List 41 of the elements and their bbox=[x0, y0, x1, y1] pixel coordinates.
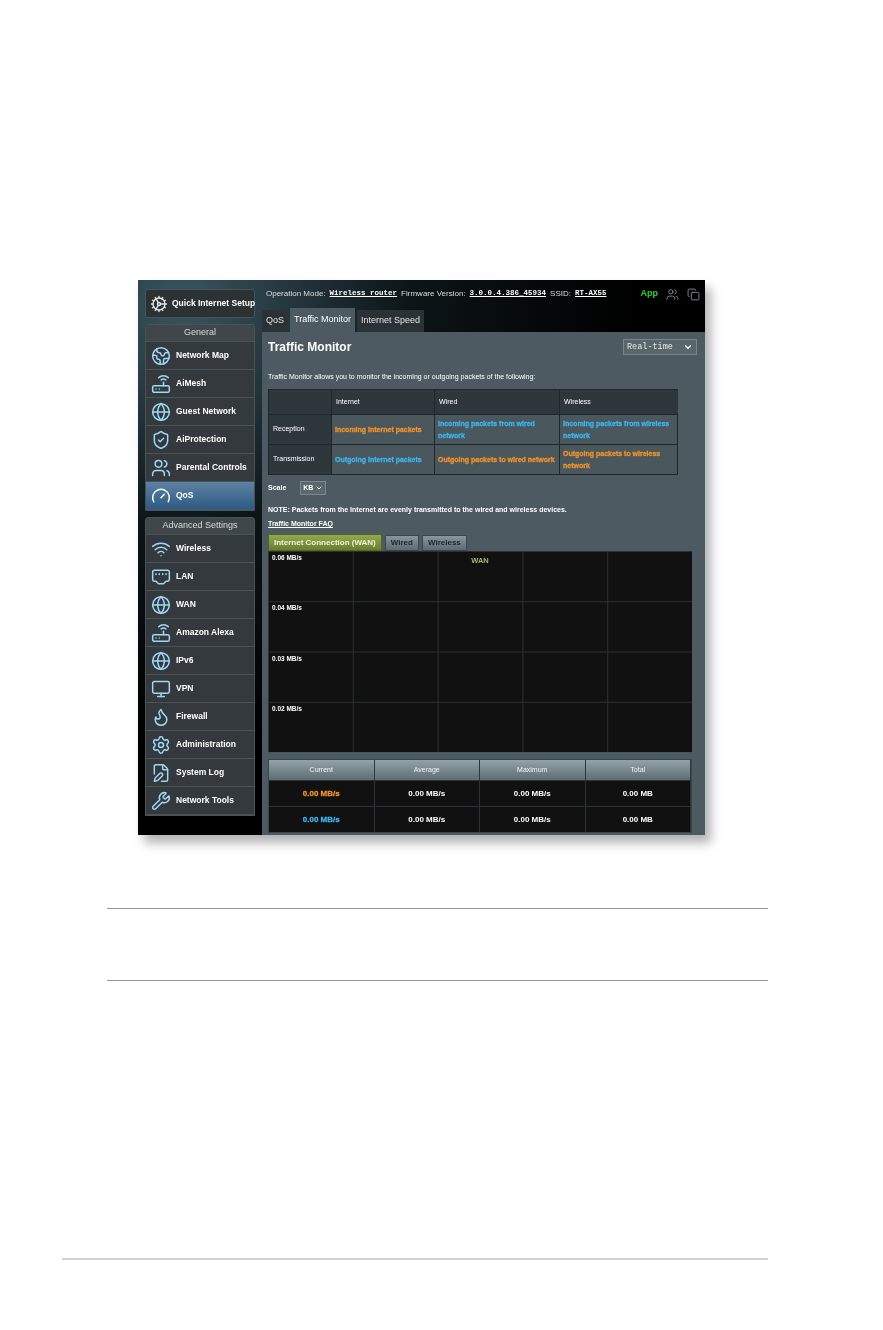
tab[interactable]: QoS bbox=[262, 310, 288, 332]
quick-setup-button[interactable]: Quick Internet Setup bbox=[145, 289, 255, 318]
gear-icon bbox=[150, 294, 168, 313]
table-cell: 0.00 MB/s bbox=[513, 787, 551, 800]
header-label: SSID: bbox=[550, 288, 571, 300]
monitor-icon bbox=[151, 678, 171, 699]
router-icon bbox=[151, 622, 171, 643]
page-title: Traffic Monitor bbox=[268, 339, 352, 356]
globe-icon bbox=[151, 594, 171, 615]
people-icon bbox=[151, 457, 171, 478]
chevron-down-icon bbox=[315, 484, 324, 492]
shield-icon bbox=[151, 429, 171, 450]
table-cell: 0.00 MB bbox=[622, 787, 653, 800]
period-select[interactable]: Real-time bbox=[623, 339, 697, 355]
gear-icon bbox=[151, 734, 171, 755]
globe-icon bbox=[151, 345, 171, 366]
table-cell: 0.00 MB/s bbox=[302, 787, 340, 800]
flame-icon bbox=[151, 706, 171, 727]
header-label: Firmware Version: bbox=[401, 288, 466, 300]
table-cell: 0.00 MB/s bbox=[408, 787, 446, 800]
tab[interactable]: Traffic Monitor bbox=[290, 308, 356, 332]
tab[interactable]: Internet Speed bbox=[357, 310, 425, 332]
globe-icon bbox=[151, 401, 171, 422]
people-icon[interactable] bbox=[666, 287, 679, 301]
chevron-down-icon bbox=[683, 342, 693, 352]
app-link[interactable]: App bbox=[640, 287, 658, 301]
copy-icon[interactable] bbox=[687, 287, 700, 301]
section-header: Advanced Settings bbox=[146, 518, 254, 535]
wrench-icon bbox=[151, 790, 171, 811]
table-cell: 0.00 MB/s bbox=[408, 813, 446, 826]
graph-tab[interactable]: Wireless bbox=[421, 535, 467, 551]
section-header: General bbox=[146, 325, 254, 342]
table-cell: 0.00 MB bbox=[622, 813, 653, 826]
table-cell: 0.00 MB/s bbox=[302, 813, 340, 826]
router-icon bbox=[151, 373, 171, 394]
globe-icon bbox=[151, 650, 171, 671]
header-label: Operation Mode: bbox=[266, 288, 326, 300]
table-cell: 0.00 MB/s bbox=[513, 813, 551, 826]
graph-tab[interactable]: Wired bbox=[384, 535, 419, 551]
file-pen-icon bbox=[151, 762, 171, 783]
sidebar-item[interactable]: QoS bbox=[146, 482, 254, 510]
